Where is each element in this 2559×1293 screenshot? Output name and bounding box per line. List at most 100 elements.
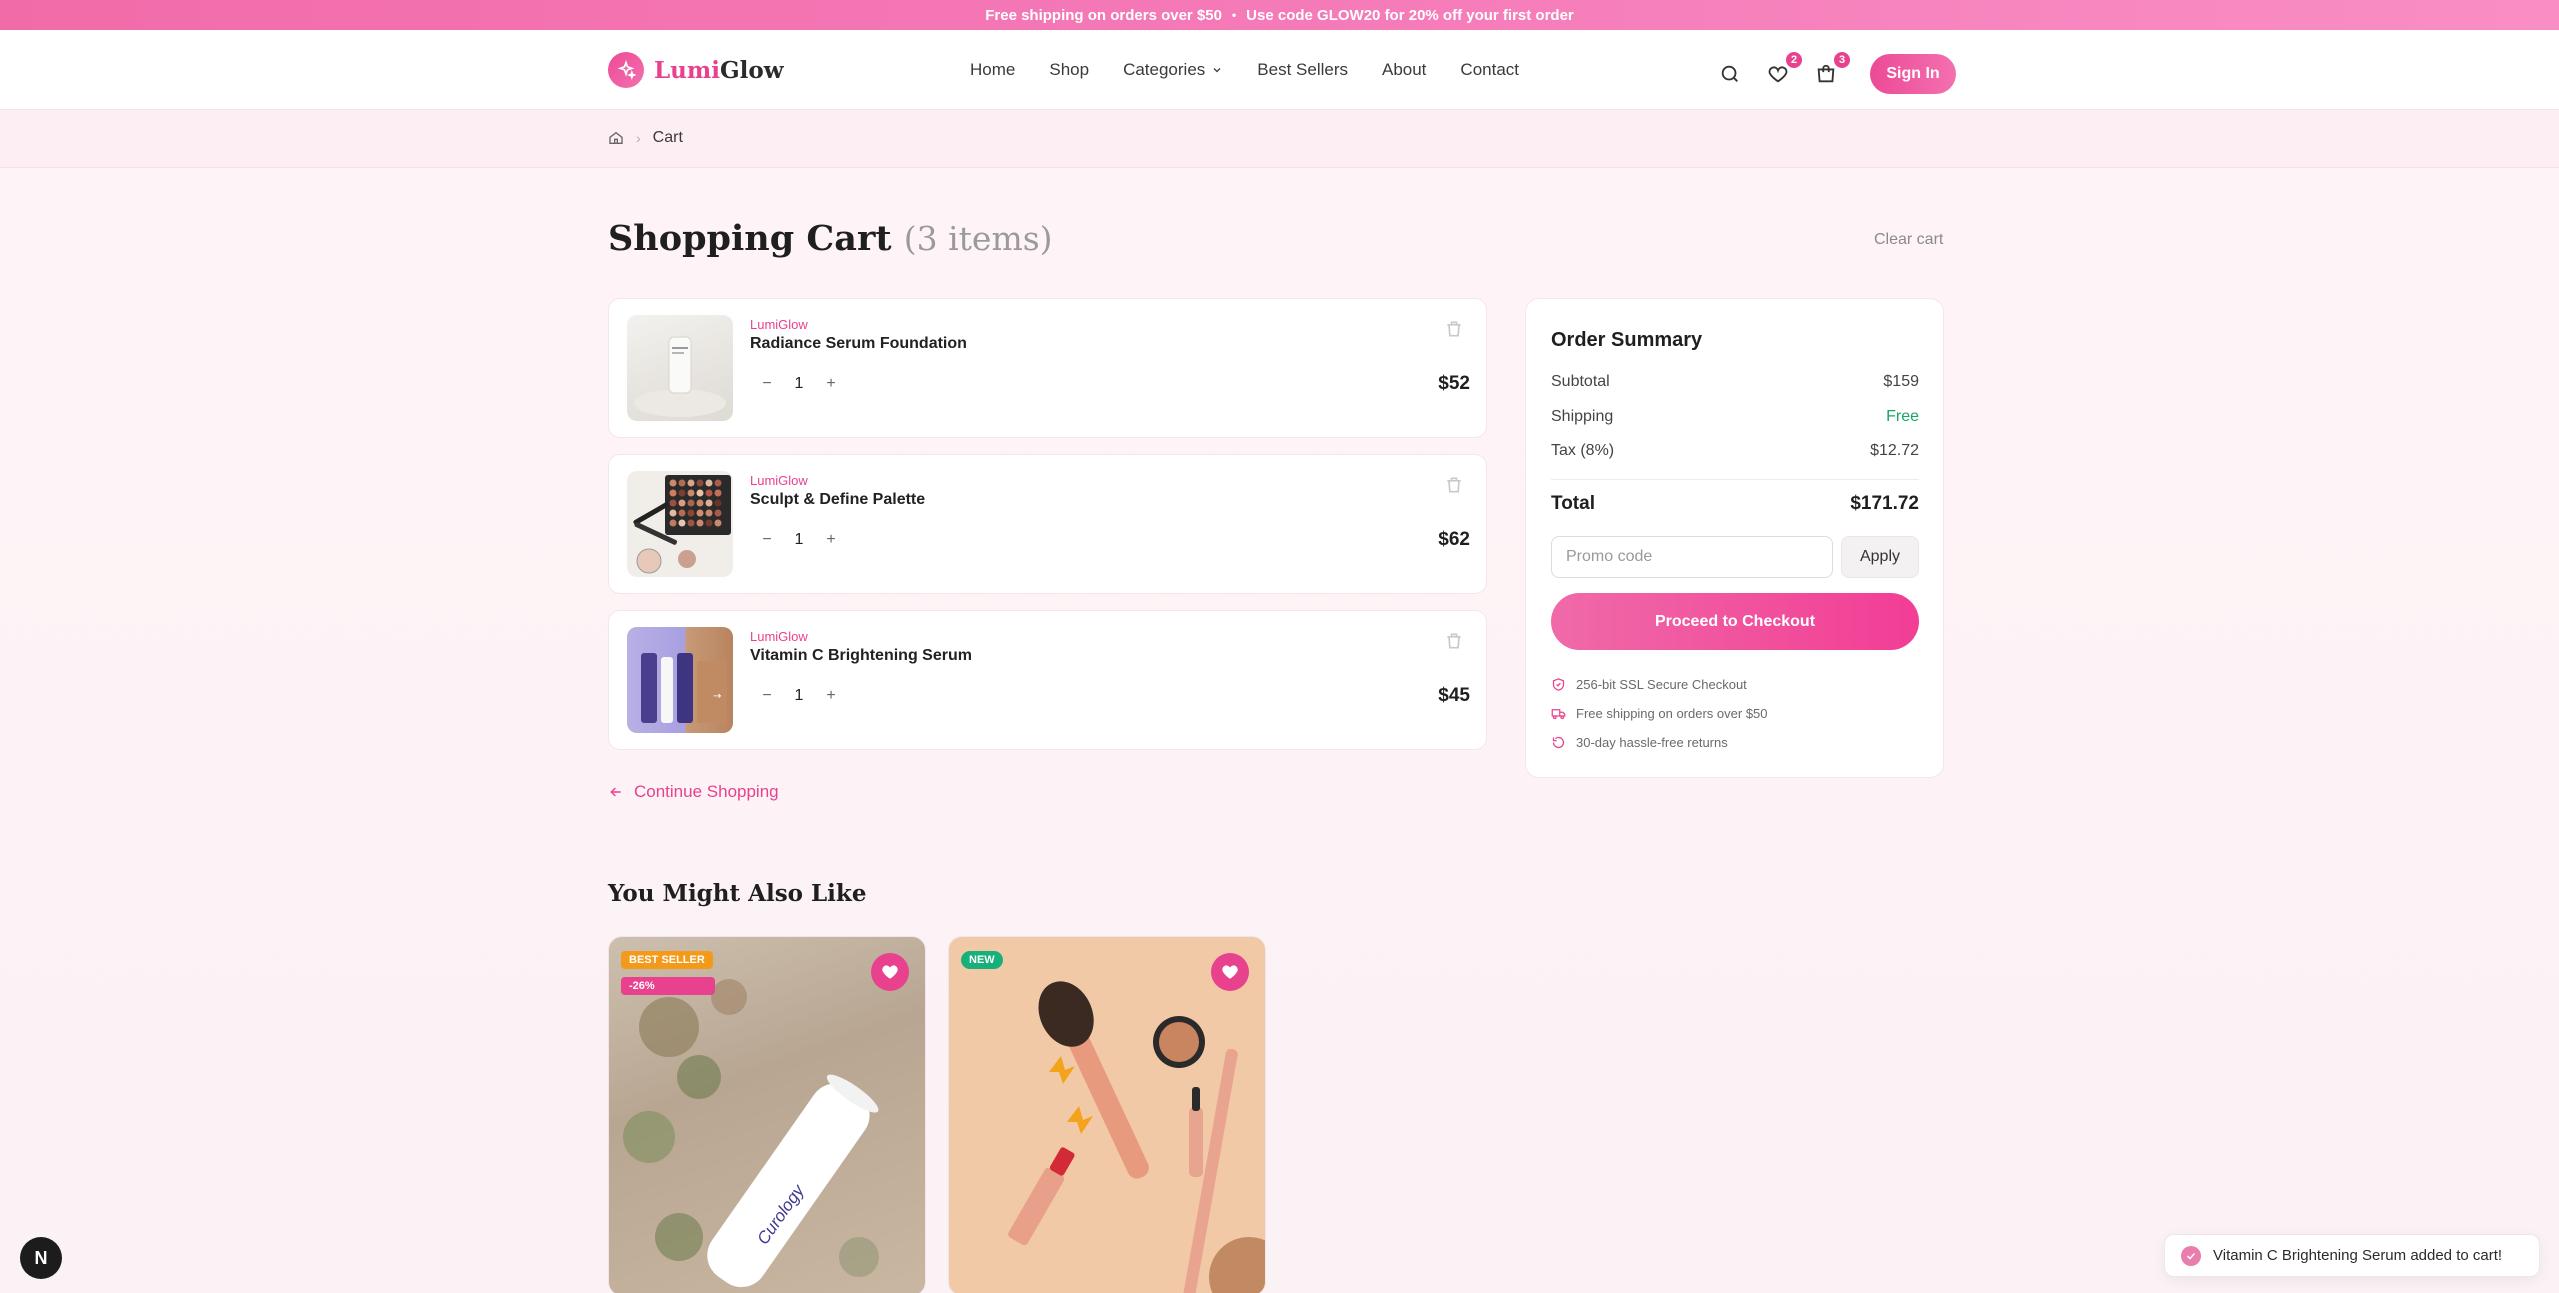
trash-icon[interactable]	[1444, 319, 1464, 339]
wishlist-button[interactable]: 2	[1764, 52, 1802, 88]
subtotal-row: Subtotal $159	[1551, 373, 1919, 391]
continue-shopping-label: Continue Shopping	[634, 782, 779, 801]
heart-icon	[1768, 66, 1788, 83]
promo-code-input[interactable]	[1551, 536, 1833, 578]
site-header: LumiGlow Home Shop Categories Best Selle…	[0, 30, 2559, 110]
item-name[interactable]: Sculpt & Define Palette	[750, 491, 925, 509]
shipping-value: Free	[1886, 408, 1919, 425]
product-image	[1008, 981, 1265, 1293]
cart-item: → LumiGlow Vitamin C Brightening Serum −…	[608, 610, 1487, 750]
promo-code: GLOW20	[1317, 6, 1381, 24]
quantity-value: 1	[794, 687, 804, 704]
discount-badge: -26%	[621, 977, 715, 995]
heart-icon	[882, 965, 898, 979]
cart-item: LumiGlow Sculpt & Define Palette − 1 + $…	[608, 454, 1487, 594]
svg-text:→: →	[713, 691, 721, 702]
item-brand: LumiGlow	[750, 317, 808, 332]
wishlist-toggle-button[interactable]	[1211, 953, 1249, 991]
quantity-stepper: − 1 +	[750, 523, 848, 557]
wishlist-toggle-button[interactable]	[871, 953, 909, 991]
announcement-text-1: Free shipping on orders over $50	[985, 6, 1222, 24]
breadcrumb-bar: › Cart	[0, 110, 2559, 168]
quantity-value: 1	[794, 531, 804, 548]
decrease-qty-button[interactable]: −	[750, 367, 784, 401]
nav-home[interactable]: Home	[970, 60, 1015, 80]
product-card[interactable]: NEW	[948, 936, 1266, 1293]
main-nav: Home Shop Categories Best Sellers About …	[970, 60, 1519, 80]
announcement-bar: Free shipping on orders over $50 • Use c…	[0, 0, 2559, 30]
trash-icon[interactable]	[1444, 475, 1464, 495]
feature-returns-text: 30-day hassle-free returns	[1576, 735, 1728, 750]
item-name[interactable]: Vitamin C Brightening Serum	[750, 647, 972, 665]
header-actions: 2 3 Sign In	[1716, 52, 1956, 94]
total-value: $171.72	[1850, 493, 1919, 514]
breadcrumb: › Cart	[608, 129, 683, 147]
item-count: (3 items)	[903, 219, 1053, 258]
cart-item: LumiGlow Radiance Serum Foundation − 1 +…	[608, 298, 1487, 438]
trash-icon[interactable]	[1444, 631, 1464, 651]
item-brand: LumiGlow	[750, 473, 808, 488]
search-button[interactable]	[1716, 60, 1744, 88]
checkout-button[interactable]: Proceed to Checkout	[1551, 593, 1919, 650]
announcement-text-2: Use code GLOW20 for 20% off your first o…	[1246, 6, 1574, 24]
summary-title: Order Summary	[1551, 329, 1703, 351]
dev-tools-badge[interactable]: N	[20, 1237, 62, 1279]
logo[interactable]: LumiGlow	[608, 52, 784, 88]
wishlist-count-badge: 2	[1786, 52, 1802, 68]
cart-button[interactable]: 3	[1812, 52, 1850, 88]
apply-promo-button[interactable]: Apply	[1841, 536, 1919, 578]
nav-categories[interactable]: Categories	[1123, 60, 1223, 80]
feature-secure: 256-bit SSL Secure Checkout	[1551, 677, 1747, 692]
increase-qty-button[interactable]: +	[814, 523, 848, 557]
tax-row: Tax (8%) $12.72	[1551, 442, 1919, 460]
toast-notification: Vitamin C Brightening Serum added to car…	[2164, 1234, 2540, 1277]
product-image	[627, 315, 733, 421]
new-badge: NEW	[961, 951, 1003, 969]
tax-value: $12.72	[1870, 442, 1919, 459]
nav-about[interactable]: About	[1382, 60, 1426, 80]
truck-icon	[1551, 709, 1566, 720]
subtotal-label: Subtotal	[1551, 373, 1610, 390]
breadcrumb-current: Cart	[652, 129, 683, 146]
increase-qty-button[interactable]: +	[814, 679, 848, 713]
quantity-stepper: − 1 +	[750, 367, 848, 401]
shipping-label: Shipping	[1551, 408, 1614, 425]
announcement-separator: •	[1231, 8, 1237, 22]
item-name[interactable]: Radiance Serum Foundation	[750, 335, 967, 353]
chevron-down-icon	[1213, 68, 1221, 73]
check-circle-icon	[2181, 1245, 2201, 1266]
chevron-right-icon: ›	[636, 130, 641, 146]
feature-secure-text: 256-bit SSL Secure Checkout	[1576, 677, 1747, 692]
nav-categories-label: Categories	[1123, 60, 1206, 79]
nav-shop[interactable]: Shop	[1049, 60, 1089, 80]
feature-returns: 30-day hassle-free returns	[1551, 735, 1728, 750]
item-price: $45	[1438, 685, 1470, 706]
best-seller-badge: BEST SELLER	[621, 951, 713, 969]
increase-qty-button[interactable]: +	[814, 367, 848, 401]
total-row: Total $171.72	[1551, 493, 1919, 515]
nav-contact[interactable]: Contact	[1460, 60, 1519, 80]
brand-name: LumiGlow	[654, 56, 784, 84]
cart-count-badge: 3	[1834, 52, 1850, 68]
recommendations-title: You Might Also Like	[608, 880, 867, 907]
continue-shopping-link[interactable]: Continue Shopping	[608, 782, 779, 802]
shopping-bag-icon	[1817, 64, 1835, 83]
sparkle-icon	[608, 52, 644, 88]
decrease-qty-button[interactable]: −	[750, 679, 784, 713]
quantity-value: 1	[794, 375, 804, 392]
clear-cart-button[interactable]: Clear cart	[1874, 231, 1943, 249]
order-summary: Order Summary Subtotal $159 Shipping Fre…	[1525, 298, 1944, 778]
nav-best-sellers[interactable]: Best Sellers	[1257, 60, 1348, 80]
item-price: $52	[1438, 373, 1470, 394]
summary-divider	[1551, 479, 1919, 480]
product-card[interactable]: BEST SELLER -26% Curology	[608, 936, 926, 1293]
item-brand: LumiGlow	[750, 629, 808, 644]
shipping-row: Shipping Free	[1551, 408, 1919, 426]
sign-in-button[interactable]: Sign In	[1870, 54, 1956, 94]
decrease-qty-button[interactable]: −	[750, 523, 784, 557]
feature-shipping-text: Free shipping on orders over $50	[1576, 706, 1768, 721]
total-label: Total	[1551, 493, 1595, 514]
home-icon[interactable]	[608, 130, 624, 146]
shield-icon	[1552, 678, 1565, 691]
search-icon	[1721, 65, 1738, 82]
